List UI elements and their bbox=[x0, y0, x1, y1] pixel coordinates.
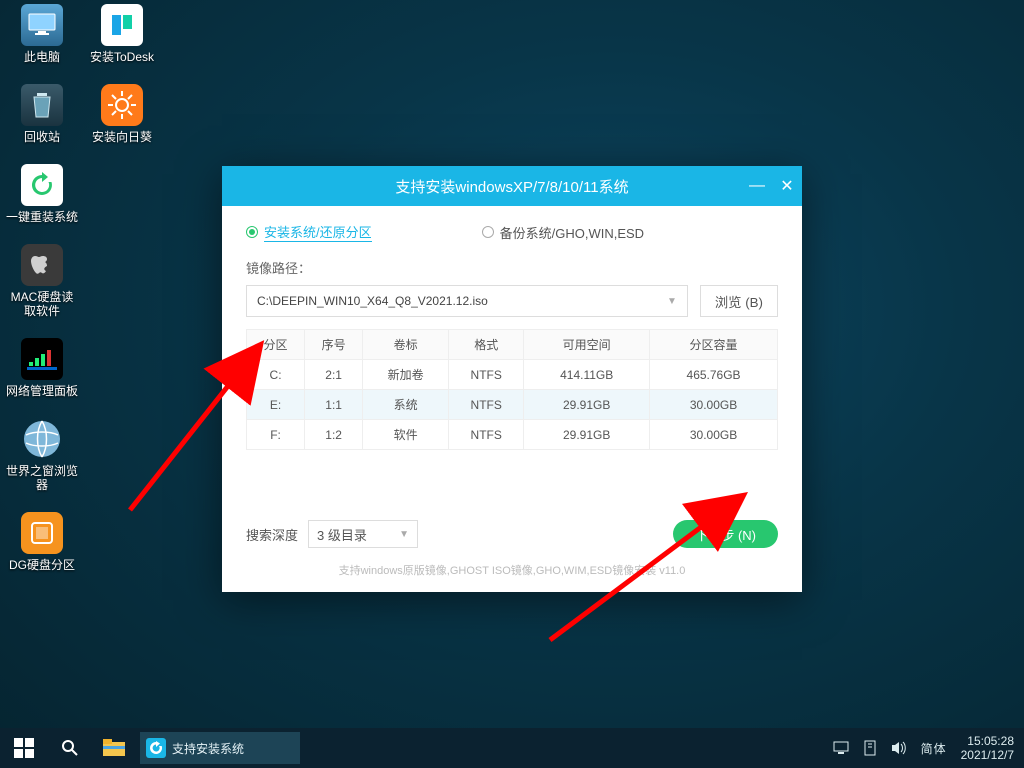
desktop-icon-dg-partition[interactable]: DG硬盘分区 bbox=[4, 512, 80, 572]
desktop-icon-label: 此电脑 bbox=[24, 50, 60, 64]
table-cell: 30.00GB bbox=[650, 390, 778, 420]
desktop-icon-label: 安装向日葵 bbox=[92, 130, 152, 144]
desktop-icon-theworld-browser[interactable]: 世界之窗浏览器 bbox=[4, 418, 80, 492]
table-cell: 30.00GB bbox=[650, 420, 778, 450]
th: 卷标 bbox=[363, 330, 449, 360]
table-cell: 29.91GB bbox=[524, 390, 650, 420]
table-cell: 414.11GB bbox=[524, 360, 650, 390]
table-cell: 2:1 bbox=[305, 360, 363, 390]
desktop-icon-sunlogin[interactable]: 安装向日葵 bbox=[84, 84, 160, 144]
desktop-icon-mac-disk[interactable]: MAC硬盘读取软件 bbox=[4, 244, 80, 318]
table-row[interactable]: C:2:1新加卷NTFS414.11GB465.76GB bbox=[247, 360, 778, 390]
taskbar: 支持安装系统 简体 15:05:28 2021/12/7 bbox=[0, 728, 1024, 768]
desktop-icon-label: 世界之窗浏览器 bbox=[6, 464, 78, 492]
taskbar-task-label: 支持安装系统 bbox=[172, 740, 244, 757]
desktop-icon-this-pc[interactable]: 此电脑 bbox=[4, 4, 80, 64]
th: 分区容量 bbox=[650, 330, 778, 360]
table-cell: C: bbox=[247, 360, 305, 390]
desktop-icon-label: 网络管理面板 bbox=[6, 384, 78, 398]
tray-display-icon[interactable] bbox=[833, 741, 849, 755]
desktop-icon-label: 回收站 bbox=[24, 130, 60, 144]
installer-icon bbox=[146, 738, 166, 758]
search-depth-select[interactable]: 3 级目录 ▼ bbox=[308, 520, 418, 548]
table-cell: F: bbox=[247, 420, 305, 450]
table-cell: NTFS bbox=[449, 360, 524, 390]
desktop-icon-label: MAC硬盘读取软件 bbox=[6, 290, 78, 318]
installer-window: 支持安装windowsXP/7/8/10/11系统 — ✕ 安装系统/还原分区 … bbox=[222, 166, 802, 592]
tray-clock[interactable]: 15:05:28 2021/12/7 bbox=[961, 734, 1014, 762]
tray-date: 2021/12/7 bbox=[961, 748, 1014, 762]
tray-time: 15:05:28 bbox=[961, 734, 1014, 748]
search-depth-value: 3 级目录 bbox=[317, 525, 367, 544]
th: 可用空间 bbox=[524, 330, 650, 360]
tray-volume-icon[interactable] bbox=[891, 741, 907, 755]
table-cell: NTFS bbox=[449, 390, 524, 420]
desktop-icon-label: 一键重装系统 bbox=[6, 210, 78, 224]
table-cell: 系统 bbox=[363, 390, 449, 420]
image-path-dropdown[interactable]: C:\DEEPIN_WIN10_X64_Q8_V2021.12.iso ▼ bbox=[246, 285, 688, 317]
table-header-row: 分区 序号 卷标 格式 可用空间 分区容量 bbox=[247, 330, 778, 360]
windows-logo-icon bbox=[14, 738, 34, 758]
desktop-icon-label: 安装ToDesk bbox=[90, 50, 154, 64]
window-title: 支持安装windowsXP/7/8/10/11系统 bbox=[395, 176, 628, 197]
tray-ime[interactable]: 简体 bbox=[921, 740, 947, 757]
path-label: 镜像路径： bbox=[246, 258, 778, 277]
table-cell: 软件 bbox=[363, 420, 449, 450]
footer-hint: 支持windows原版镜像,GHOST ISO镜像,GHO,WIM,ESD镜像安… bbox=[246, 562, 778, 578]
table-cell: NTFS bbox=[449, 420, 524, 450]
titlebar[interactable]: 支持安装windowsXP/7/8/10/11系统 — ✕ bbox=[222, 166, 802, 206]
table-cell: 新加卷 bbox=[363, 360, 449, 390]
radio-icon bbox=[482, 226, 494, 238]
tab-backup[interactable]: 备份系统/GHO,WIN,ESD bbox=[482, 223, 644, 242]
th: 格式 bbox=[449, 330, 524, 360]
partition-table: 分区 序号 卷标 格式 可用空间 分区容量 C:2:1新加卷NTFS414.11… bbox=[246, 329, 778, 450]
desktop-icon-label: DG硬盘分区 bbox=[9, 558, 75, 572]
chevron-down-icon: ▼ bbox=[667, 296, 677, 307]
tray-network-icon[interactable] bbox=[863, 740, 877, 756]
desktop-icon-reinstall[interactable]: 一键重装系统 bbox=[4, 164, 80, 224]
taskbar-active-task[interactable]: 支持安装系统 bbox=[140, 732, 300, 764]
image-path-value: C:\DEEPIN_WIN10_X64_Q8_V2021.12.iso bbox=[257, 294, 488, 308]
table-cell: 1:2 bbox=[305, 420, 363, 450]
table-cell: 465.76GB bbox=[650, 360, 778, 390]
tab-install[interactable]: 安装系统/还原分区 bbox=[246, 222, 372, 242]
radio-icon bbox=[246, 226, 258, 238]
next-button[interactable]: 下一步 (N) bbox=[673, 520, 778, 548]
minimize-button[interactable]: — bbox=[742, 166, 772, 206]
table-cell: E: bbox=[247, 390, 305, 420]
browse-button[interactable]: 浏览 (B) bbox=[700, 285, 778, 317]
table-cell: 29.91GB bbox=[524, 420, 650, 450]
desktop-icon-network-panel[interactable]: 网络管理面板 bbox=[4, 338, 80, 398]
search-depth-label: 搜索深度 bbox=[246, 525, 298, 544]
system-tray: 简体 15:05:28 2021/12/7 bbox=[833, 734, 1024, 762]
taskbar-search-icon[interactable] bbox=[48, 728, 92, 768]
desktop-icon-recycle-bin[interactable]: 回收站 bbox=[4, 84, 80, 144]
table-row[interactable]: E:1:1系统NTFS29.91GB30.00GB bbox=[247, 390, 778, 420]
chevron-down-icon: ▼ bbox=[399, 529, 409, 540]
start-button[interactable] bbox=[0, 728, 48, 768]
table-row[interactable]: F:1:2软件NTFS29.91GB30.00GB bbox=[247, 420, 778, 450]
table-cell: 1:1 bbox=[305, 390, 363, 420]
tab-install-label: 安装系统/还原分区 bbox=[264, 222, 372, 242]
taskbar-explorer-icon[interactable] bbox=[92, 728, 136, 768]
desktop-icon-todesk[interactable]: 安装ToDesk bbox=[84, 4, 160, 64]
th: 序号 bbox=[305, 330, 363, 360]
th: 分区 bbox=[247, 330, 305, 360]
close-button[interactable]: ✕ bbox=[772, 166, 802, 206]
tab-backup-label: 备份系统/GHO,WIN,ESD bbox=[500, 223, 644, 242]
